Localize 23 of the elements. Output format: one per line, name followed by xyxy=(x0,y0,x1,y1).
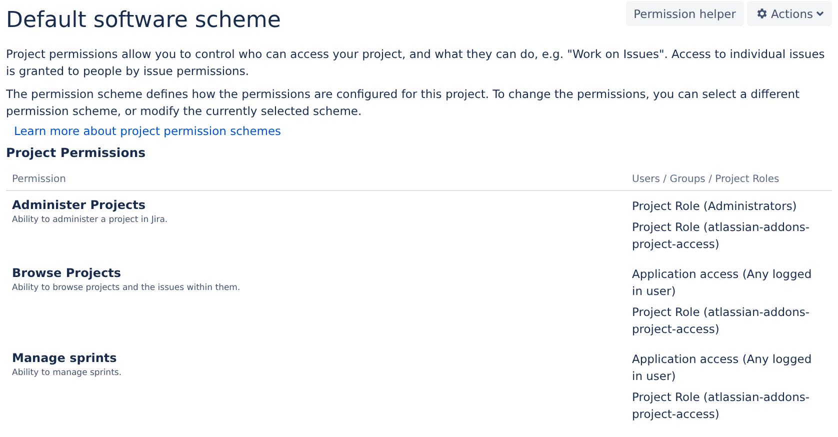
section-title: Project Permissions xyxy=(6,145,147,160)
grant-entry: Application access (Any logged in user) xyxy=(632,351,813,385)
gear-icon xyxy=(754,7,768,20)
learn-more-link[interactable]: Learn more about project permission schemes xyxy=(14,124,282,138)
grant-entry: Project Role (atlassian-addons-project-access) xyxy=(632,304,810,338)
permission-name: Manage sprints xyxy=(12,351,118,365)
permission-description: Ability to browse projects and the issues within them. xyxy=(12,283,242,293)
grant-entry: Project Role (Administrators) xyxy=(632,198,798,215)
intro-paragraph: Project permissions allow you to control who can access your project, and what they can do, e.g. "Work on Issues". Access to individual issues is granted to people by issue permissions. xyxy=(6,46,826,80)
permission-description: Ability to manage sprints. xyxy=(12,368,123,378)
grant-entry: Project Role (atlassian-addons-project-access) xyxy=(632,219,810,253)
permission-description: Ability to administer a project in Jira. xyxy=(12,215,169,225)
column-header: Users / Groups / Project Roles xyxy=(632,174,780,185)
helper-button[interactable]: Permission helper xyxy=(626,1,744,26)
column-header: Permission xyxy=(12,174,67,185)
caret-icon xyxy=(816,10,824,16)
actions-button[interactable]: Actions xyxy=(746,1,832,26)
grant-entry: Project Role (atlassian-addons-project-access) xyxy=(632,389,810,423)
grant-entry: Application access (Any logged in user) xyxy=(632,266,813,300)
permission-name: Browse Projects xyxy=(12,266,122,280)
permission-name: Administer Projects xyxy=(12,198,146,212)
intro-paragraph: The permission scheme defines how the permissions are configured for this project. To change the permissions, you can select a different permission scheme, or modify the currently selected scheme. xyxy=(6,86,801,120)
page-title: Default software scheme xyxy=(6,8,281,33)
